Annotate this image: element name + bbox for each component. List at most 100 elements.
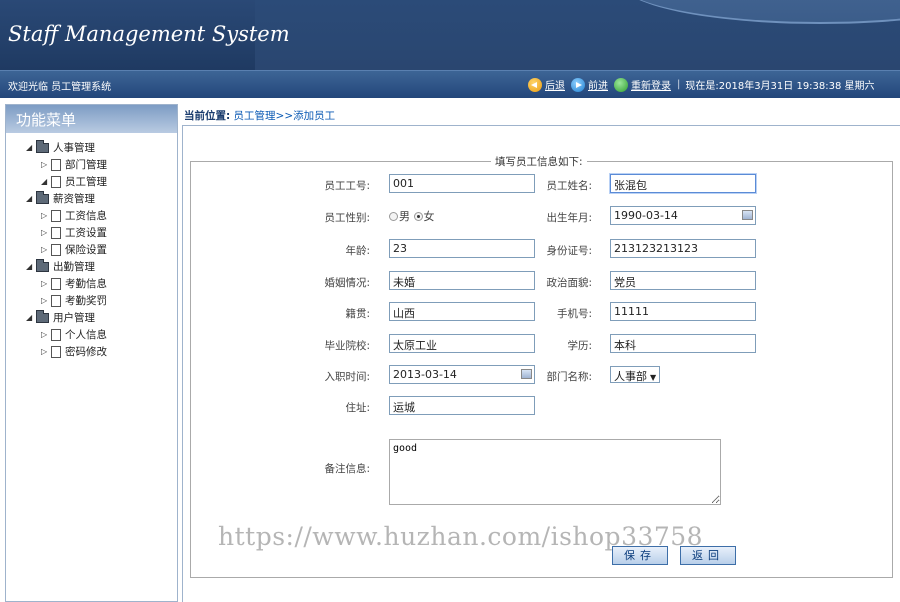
app-header: Staff Management System [0,0,900,70]
form-legend: 填写员工信息如下: [495,156,583,168]
document-icon [51,226,61,239]
nav-links: 后退 前进 重新登录 | 现在是:2018年3月31日 19:38:38 星期六 [528,77,875,92]
phone-input[interactable]: 11111 [610,302,756,321]
address-label: 住址: [345,402,370,414]
expanded-triangle-icon: ◢ [26,143,33,152]
menu-item-attendance-rewards[interactable]: ▷ 考勤奖罚 [26,292,177,309]
collapsed-triangle-icon: ▷ [41,330,48,339]
political-input[interactable]: 党员 [610,271,756,290]
expanded-triangle-icon: ◢ [26,262,33,271]
hire-date-input[interactable]: 2013-03-14 [389,365,535,384]
education-input[interactable]: 本科 [610,334,756,353]
document-icon [51,345,61,358]
expanded-triangle-icon: ◢ [26,313,33,322]
expanded-triangle-icon: ◢ [26,194,33,203]
dept-select[interactable]: 人事部 ▼ [610,366,661,383]
menu-item-label: 个人信息 [65,329,107,341]
education-label: 学历: [567,340,592,352]
relogin-label: 重新登录 [631,81,671,92]
menu-item-label: 密码修改 [65,346,107,358]
menu-item-salary-info[interactable]: ▷ 工资信息 [26,207,177,224]
native-label: 籍贯: [345,308,370,320]
folder-icon [36,139,49,153]
age-label: 年龄: [345,245,370,257]
watermark-text: https://www.huzhan.com/ishop33758 [218,522,704,551]
menu-item-salary-settings[interactable]: ▷ 工资设置 [26,224,177,241]
menu-item-password[interactable]: ▷ 密码修改 [26,343,177,360]
birth-date-input[interactable]: 1990-03-14 [610,206,756,225]
id-no-input[interactable]: 213123213123 [610,239,756,258]
relogin-link[interactable]: 重新登录 [614,77,671,92]
emp-name-input[interactable]: 张混包 [610,174,756,193]
gender-male-label: 男 [399,210,410,223]
folder-icon [36,190,49,204]
collapsed-triangle-icon: ▷ [41,347,48,356]
document-icon [51,294,61,307]
menu-item-profile[interactable]: ▷ 个人信息 [26,326,177,343]
native-input[interactable]: 山西 [389,302,535,321]
menu-group-users[interactable]: ◢ 用户管理 [26,309,177,326]
back-label: 后退 [545,81,565,92]
gender-male-radio[interactable] [389,212,398,221]
menu-item-staff[interactable]: ◢ 员工管理 [26,173,177,190]
menu-item-label: 保险设置 [65,244,107,256]
document-icon [51,175,61,188]
menu-item-attendance-info[interactable]: ▷ 考勤信息 [26,275,177,292]
calendar-icon[interactable] [742,210,753,220]
marital-input[interactable]: 未婚 [389,271,535,290]
menu-item-label: 员工管理 [65,176,107,188]
forward-label: 前进 [588,81,608,92]
document-icon [51,158,61,171]
menu-item-dept[interactable]: ▷ 部门管理 [26,156,177,173]
document-icon [51,328,61,341]
menu-group-label: 用户管理 [53,312,95,324]
current-time: 现在是:2018年3月31日 19:38:38 星期六 [685,81,875,92]
collapsed-triangle-icon: ▷ [41,211,48,220]
sidebar: 功能菜单 ◢ 人事管理 ▷ 部门管理 ◢ 员工管理 ◢ 薪资管理 ▷ 工资信息 ▷ 工资设置… [5,104,178,602]
folder-icon [36,309,49,323]
menu-group-personnel[interactable]: ◢ 人事管理 [26,139,177,156]
dept-selected-value: 人事部 [614,370,647,383]
gender-label: 员工性别: [324,212,370,224]
menu-group-attendance[interactable]: ◢ 出勤管理 [26,258,177,275]
menu-item-label: 考勤信息 [65,278,107,290]
document-icon [51,209,61,222]
remark-label: 备注信息: [324,463,370,475]
emp-no-input[interactable]: 001 [389,174,535,193]
collapsed-triangle-icon: ▷ [41,245,48,254]
calendar-icon[interactable] [521,369,532,379]
remark-textarea[interactable]: good [389,439,721,505]
political-label: 政治面貌: [546,277,592,289]
user-icon [614,77,628,92]
breadcrumb-path: 员工管理>>添加员工 [233,110,336,122]
folder-icon [36,258,49,272]
menu-item-insurance-settings[interactable]: ▷ 保险设置 [26,241,177,258]
collapsed-triangle-icon: ▷ [41,228,48,237]
welcome-text: 欢迎光临 员工管理系统 [8,82,112,93]
menu-group-salary[interactable]: ◢ 薪资管理 [26,190,177,207]
collapsed-triangle-icon: ▷ [41,160,48,169]
dropdown-arrow-icon: ▼ [650,373,657,382]
address-input[interactable]: 运城 [389,396,535,415]
document-icon [51,243,61,256]
nav-separator: | [677,79,681,90]
menu-item-label: 工资信息 [65,210,107,222]
app-title: Staff Management System [8,22,290,46]
school-input[interactable]: 太原工业 [389,334,535,353]
emp-no-label: 员工工号: [324,180,370,192]
emp-name-label: 员工姓名: [546,180,592,192]
menu-item-label: 部门管理 [65,159,107,171]
school-label: 毕业院校: [324,340,370,352]
forward-link[interactable]: 前进 [571,77,608,92]
expanded-triangle-icon: ◢ [41,177,48,186]
hire-date-label: 入职时间: [324,371,370,383]
gender-female-radio[interactable] [413,212,423,221]
menu-group-label: 出勤管理 [53,261,95,273]
birth-label: 出生年月: [546,212,592,224]
sidebar-title: 功能菜单 [6,105,177,133]
gender-female-label: 女 [423,210,435,223]
back-link[interactable]: 后退 [528,77,565,92]
menu-item-label: 工资设置 [65,227,107,239]
age-input[interactable]: 23 [389,239,535,258]
phone-label: 手机号: [556,308,592,320]
